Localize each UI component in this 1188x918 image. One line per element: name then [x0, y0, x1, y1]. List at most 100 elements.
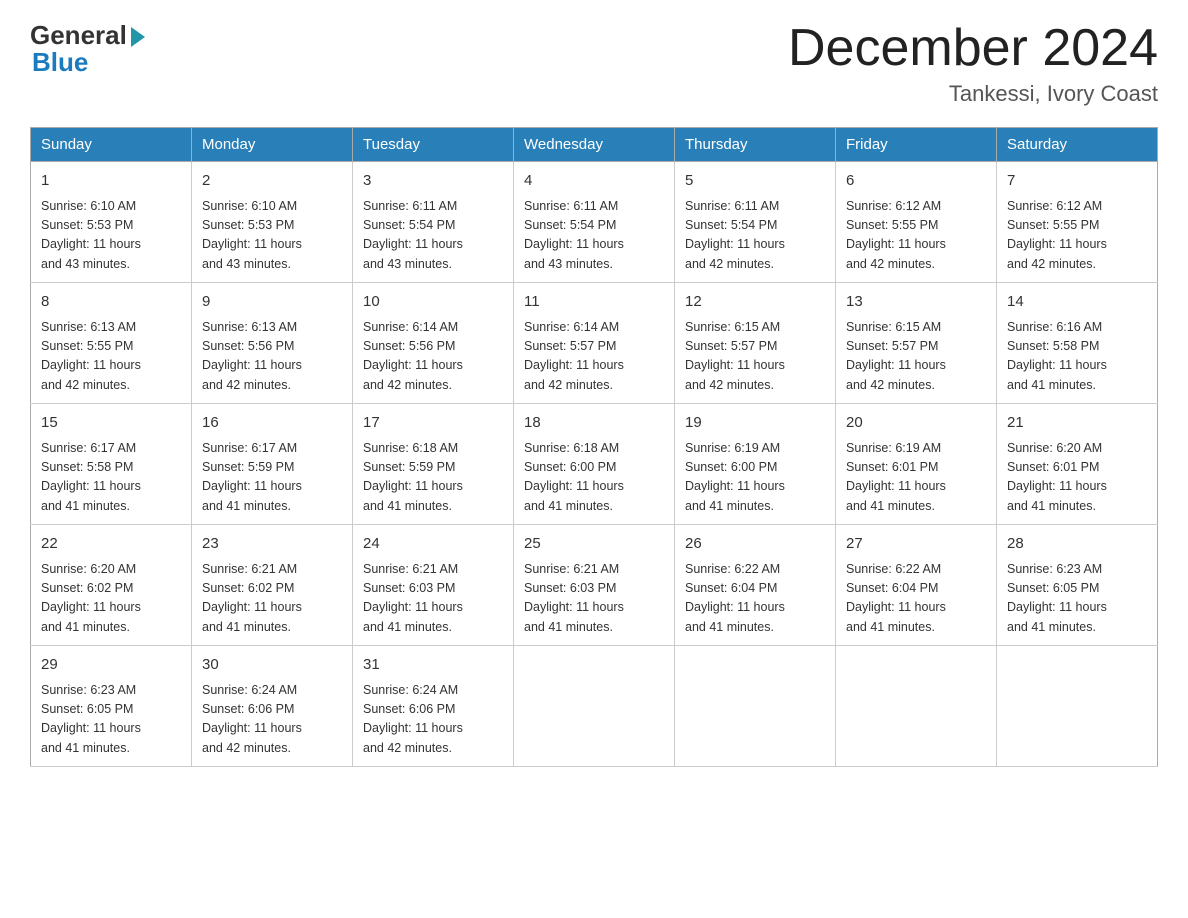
logo-blue-text: Blue	[30, 47, 88, 78]
logo: General Blue	[30, 20, 145, 78]
header-cell-wednesday: Wednesday	[514, 128, 675, 162]
day-number: 29	[41, 654, 181, 677]
day-number: 25	[524, 533, 664, 556]
week-row-3: 15 Sunrise: 6:17 AMSunset: 5:58 PMDayligh…	[31, 404, 1158, 525]
day-number: 11	[524, 291, 664, 314]
day-number: 16	[202, 412, 342, 435]
day-info: Sunrise: 6:18 AMSunset: 6:00 PMDaylight:…	[524, 439, 664, 517]
week-row-4: 22Sunrise: 6:20 AMSunset: 6:02 PMDayligh…	[31, 525, 1158, 646]
day-number: 10	[363, 291, 503, 314]
day-info: Sunrise: 6:19 AMSunset: 6:00 PMDaylight:…	[685, 439, 825, 517]
day-cell: 5 Sunrise: 6:11 AMSunset: 5:54 PMDaylight…	[675, 162, 836, 283]
day-cell: 2 Sunrise: 6:10 AMSunset: 5:53 PMDaylight…	[192, 162, 353, 283]
day-info: Sunrise: 6:23 AMSunset: 6:05 PMDaylight:…	[1007, 560, 1147, 638]
day-cell: 12 Sunrise: 6:15 AMSunset: 5:57 PMDayligh…	[675, 283, 836, 404]
day-number: 26	[685, 533, 825, 556]
day-number: 4	[524, 170, 664, 193]
day-cell: 20Sunrise: 6:19 AMSunset: 6:01 PMDayligh…	[836, 404, 997, 525]
day-cell: 7Sunrise: 6:12 AMSunset: 5:55 PMDaylight…	[997, 162, 1158, 283]
day-info: Sunrise: 6:13 AMSunset: 5:56 PMDaylight:…	[202, 318, 342, 396]
calendar-body: 1 Sunrise: 6:10 AMSunset: 5:53 PMDaylight…	[31, 162, 1158, 767]
week-row-5: 29 Sunrise: 6:23 AMSunset: 6:05 PMDayligh…	[31, 646, 1158, 767]
day-info: Sunrise: 6:10 AMSunset: 5:53 PMDaylight:…	[202, 197, 342, 275]
day-cell: 28 Sunrise: 6:23 AMSunset: 6:05 PMDayligh…	[997, 525, 1158, 646]
day-info: Sunrise: 6:12 AMSunset: 5:55 PMDaylight:…	[846, 197, 986, 275]
day-number: 7	[1007, 170, 1147, 193]
day-info: Sunrise: 6:21 AMSunset: 6:03 PMDaylight:…	[524, 560, 664, 638]
day-number: 5	[685, 170, 825, 193]
day-cell: 11 Sunrise: 6:14 AMSunset: 5:57 PMDayligh…	[514, 283, 675, 404]
header-cell-thursday: Thursday	[675, 128, 836, 162]
header-cell-saturday: Saturday	[997, 128, 1158, 162]
day-number: 12	[685, 291, 825, 314]
day-number: 1	[41, 170, 181, 193]
day-number: 9	[202, 291, 342, 314]
day-cell: 15 Sunrise: 6:17 AMSunset: 5:58 PMDayligh…	[31, 404, 192, 525]
day-number: 18	[524, 412, 664, 435]
day-cell: 14 Sunrise: 6:16 AMSunset: 5:58 PMDayligh…	[997, 283, 1158, 404]
day-info: Sunrise: 6:15 AMSunset: 5:57 PMDaylight:…	[846, 318, 986, 396]
day-number: 15	[41, 412, 181, 435]
day-cell	[675, 646, 836, 767]
day-number: 23	[202, 533, 342, 556]
day-info: Sunrise: 6:19 AMSunset: 6:01 PMDaylight:…	[846, 439, 986, 517]
day-cell	[836, 646, 997, 767]
day-cell: 1Sunrise: 6:10 AMSunset: 5:53 PMDaylight…	[31, 162, 192, 283]
day-cell: 9 Sunrise: 6:13 AMSunset: 5:56 PMDaylight…	[192, 283, 353, 404]
day-info: Sunrise: 6:23 AMSunset: 6:05 PMDaylight:…	[41, 681, 181, 759]
header-cell-sunday: Sunday	[31, 128, 192, 162]
day-info: Sunrise: 6:16 AMSunset: 5:58 PMDaylight:…	[1007, 318, 1147, 396]
calendar-table: SundayMondayTuesdayWednesdayThursdayFrid…	[30, 127, 1158, 767]
day-number: 14	[1007, 291, 1147, 314]
day-cell: 23 Sunrise: 6:21 AMSunset: 6:02 PMDayligh…	[192, 525, 353, 646]
day-number: 22	[41, 533, 181, 556]
day-number: 31	[363, 654, 503, 677]
day-cell: 30Sunrise: 6:24 AMSunset: 6:06 PMDayligh…	[192, 646, 353, 767]
calendar-header: SundayMondayTuesdayWednesdayThursdayFrid…	[31, 128, 1158, 162]
day-info: Sunrise: 6:14 AMSunset: 5:57 PMDaylight:…	[524, 318, 664, 396]
day-info: Sunrise: 6:11 AMSunset: 5:54 PMDaylight:…	[363, 197, 503, 275]
day-cell: 27 Sunrise: 6:22 AMSunset: 6:04 PMDayligh…	[836, 525, 997, 646]
day-cell: 3 Sunrise: 6:11 AMSunset: 5:54 PMDaylight…	[353, 162, 514, 283]
page-header: General Blue December 2024 Tankessi, Ivo…	[30, 20, 1158, 107]
day-cell: 26 Sunrise: 6:22 AMSunset: 6:04 PMDayligh…	[675, 525, 836, 646]
day-info: Sunrise: 6:24 AMSunset: 6:06 PMDaylight:…	[363, 681, 503, 759]
day-number: 21	[1007, 412, 1147, 435]
day-info: Sunrise: 6:21 AMSunset: 6:03 PMDaylight:…	[363, 560, 503, 638]
day-cell: 24Sunrise: 6:21 AMSunset: 6:03 PMDayligh…	[353, 525, 514, 646]
day-cell: 6Sunrise: 6:12 AMSunset: 5:55 PMDaylight…	[836, 162, 997, 283]
day-cell: 21Sunrise: 6:20 AMSunset: 6:01 PMDayligh…	[997, 404, 1158, 525]
day-info: Sunrise: 6:11 AMSunset: 5:54 PMDaylight:…	[685, 197, 825, 275]
week-row-2: 8 Sunrise: 6:13 AMSunset: 5:55 PMDaylight…	[31, 283, 1158, 404]
week-row-1: 1 Sunrise: 6:10 AMSunset: 5:53 PMDaylight…	[31, 162, 1158, 283]
day-cell: 19Sunrise: 6:19 AMSunset: 6:00 PMDayligh…	[675, 404, 836, 525]
header-row: SundayMondayTuesdayWednesdayThursdayFrid…	[31, 128, 1158, 162]
day-cell: 17Sunrise: 6:18 AMSunset: 5:59 PMDayligh…	[353, 404, 514, 525]
day-cell: 31 Sunrise: 6:24 AMSunset: 6:06 PMDayligh…	[353, 646, 514, 767]
day-cell: 8 Sunrise: 6:13 AMSunset: 5:55 PMDaylight…	[31, 283, 192, 404]
header-cell-tuesday: Tuesday	[353, 128, 514, 162]
day-number: 8	[41, 291, 181, 314]
day-info: Sunrise: 6:22 AMSunset: 6:04 PMDaylight:…	[685, 560, 825, 638]
day-cell: 22Sunrise: 6:20 AMSunset: 6:02 PMDayligh…	[31, 525, 192, 646]
day-info: Sunrise: 6:22 AMSunset: 6:04 PMDaylight:…	[846, 560, 986, 638]
day-number: 27	[846, 533, 986, 556]
day-info: Sunrise: 6:17 AMSunset: 5:58 PMDaylight:…	[41, 439, 181, 517]
day-cell: 4 Sunrise: 6:11 AMSunset: 5:54 PMDaylight…	[514, 162, 675, 283]
day-info: Sunrise: 6:17 AMSunset: 5:59 PMDaylight:…	[202, 439, 342, 517]
day-info: Sunrise: 6:15 AMSunset: 5:57 PMDaylight:…	[685, 318, 825, 396]
day-cell: 10Sunrise: 6:14 AMSunset: 5:56 PMDayligh…	[353, 283, 514, 404]
day-number: 30	[202, 654, 342, 677]
location-title: Tankessi, Ivory Coast	[788, 81, 1158, 107]
logo-arrow-icon	[131, 27, 145, 47]
day-cell: 29 Sunrise: 6:23 AMSunset: 6:05 PMDayligh…	[31, 646, 192, 767]
day-cell	[997, 646, 1158, 767]
header-cell-friday: Friday	[836, 128, 997, 162]
day-cell	[514, 646, 675, 767]
day-info: Sunrise: 6:11 AMSunset: 5:54 PMDaylight:…	[524, 197, 664, 275]
day-info: Sunrise: 6:13 AMSunset: 5:55 PMDaylight:…	[41, 318, 181, 396]
day-number: 3	[363, 170, 503, 193]
day-number: 28	[1007, 533, 1147, 556]
day-number: 2	[202, 170, 342, 193]
day-info: Sunrise: 6:21 AMSunset: 6:02 PMDaylight:…	[202, 560, 342, 638]
